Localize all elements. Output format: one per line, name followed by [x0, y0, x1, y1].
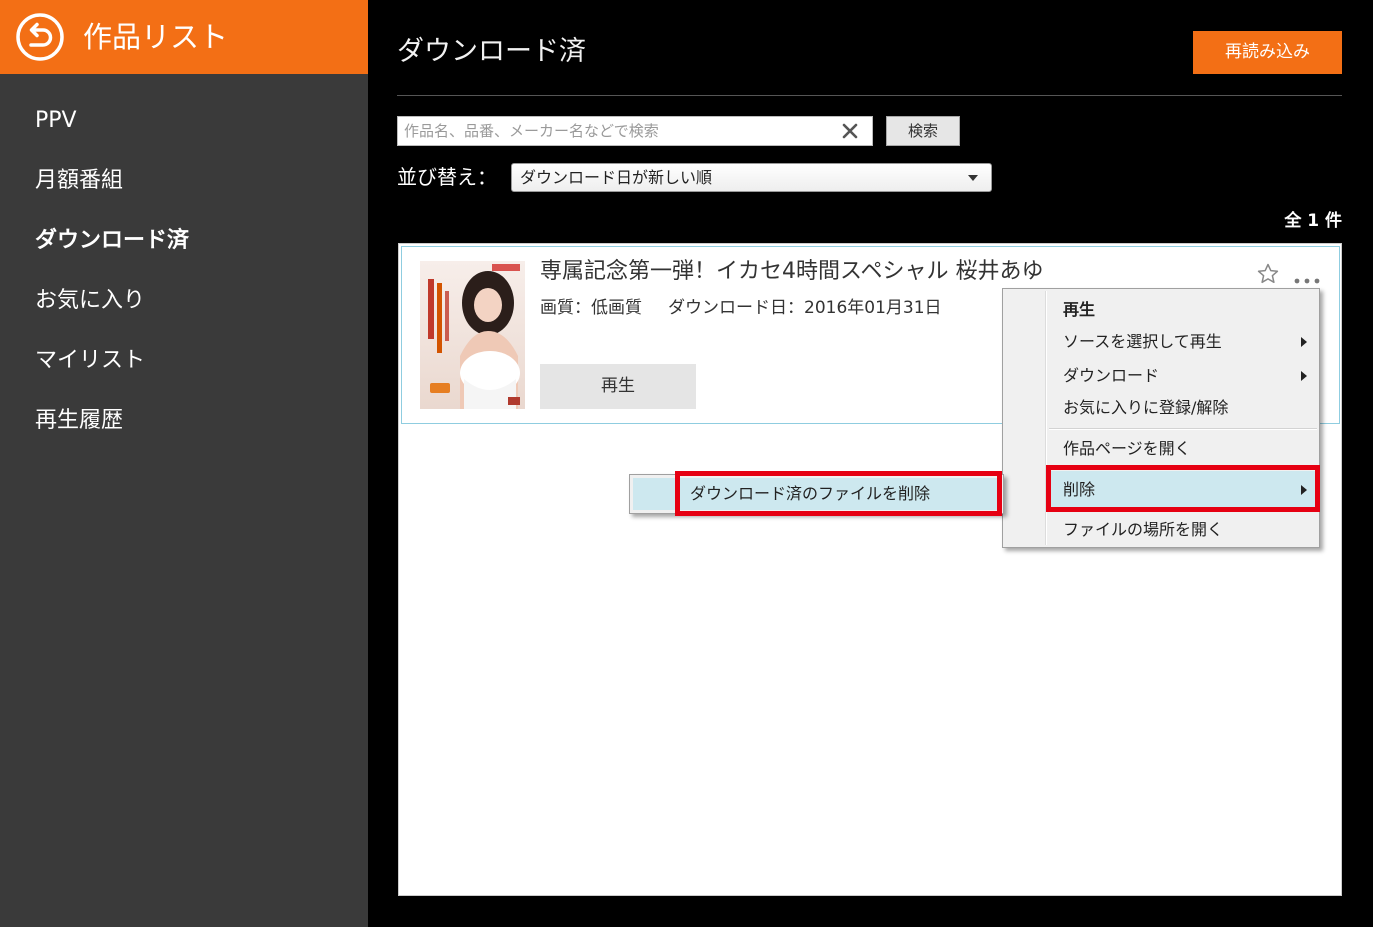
thumbnail-image[interactable] — [420, 261, 525, 409]
sort-dropdown[interactable]: ダウンロード日が新しい順 — [511, 163, 992, 192]
sidebar-item-label: PPV — [35, 108, 77, 133]
page-title: ダウンロード済 — [397, 36, 586, 67]
item-info: 画質：低画質 ダウンロード日：2016年01月31日 — [540, 296, 942, 320]
play-button[interactable]: 再生 — [540, 364, 696, 409]
submenu-arrow-icon — [1301, 485, 1307, 495]
menu-item-label: ソースを選択して再生 — [1063, 332, 1222, 351]
search-button[interactable]: 検索 — [886, 116, 960, 146]
menu-item-select-source-play[interactable]: ソースを選択して再生 — [1049, 327, 1317, 357]
triangle-down-icon — [968, 175, 978, 181]
sidebar-item-label: お気に入り — [35, 288, 146, 313]
sidebar: 作品リスト PPV 月額番組 ダウンロード済 お気に入り マイリスト 再生履歴 — [0, 0, 368, 927]
submenu-arrow-icon — [1301, 371, 1307, 381]
menu-item-toggle-favorite[interactable]: お気に入りに登録/解除 — [1049, 393, 1317, 423]
submenu-item-delete-downloaded-file[interactable]: ダウンロード済のファイルを削除 — [633, 478, 1000, 510]
delete-submenu: ダウンロード済のファイルを削除 — [629, 474, 1004, 514]
reload-button[interactable]: 再読み込み — [1193, 31, 1342, 74]
menu-item-open-file-location[interactable]: ファイルの場所を開く — [1049, 515, 1317, 545]
submenu-arrow-icon — [1301, 337, 1307, 347]
item-download-date: ダウンロード日：2016年01月31日 — [668, 298, 942, 318]
sidebar-item-ppv[interactable]: PPV — [0, 91, 368, 151]
more-dots-icon[interactable] — [1293, 270, 1321, 284]
sidebar-header-title: 作品リスト — [83, 20, 229, 54]
sidebar-item-label: 再生履歴 — [35, 408, 124, 433]
menu-item-label: お気に入りに登録/解除 — [1063, 398, 1229, 417]
header-divider — [397, 95, 1342, 96]
item-title[interactable]: 専属記念第一弾！イカセ4時間スペシャル 桜井あゆ — [540, 257, 1043, 287]
sort-label: 並び替え： — [397, 165, 497, 189]
menu-item-label: 削除 — [1063, 480, 1096, 499]
menu-item-play[interactable]: 再生 — [1049, 295, 1317, 325]
item-quality: 画質：低画質 — [540, 298, 642, 318]
close-icon[interactable] — [841, 122, 859, 140]
menu-item-label: ダウンロード — [1063, 366, 1160, 385]
sidebar-item-mylist[interactable]: マイリスト — [0, 331, 368, 391]
menu-separator — [1049, 467, 1317, 469]
menu-item-download[interactable]: ダウンロード — [1049, 361, 1317, 391]
menu-separator — [1049, 510, 1317, 512]
sidebar-item-label: 月額番組 — [35, 168, 124, 193]
context-menu: 再生 ソースを選択して再生 ダウンロード お気に入りに登録/解除 作品ページを開… — [1002, 288, 1320, 548]
menu-item-open-product-page[interactable]: 作品ページを開く — [1049, 434, 1317, 464]
sidebar-item-monthly[interactable]: 月額番組 — [0, 151, 368, 211]
back-arrow-circle-icon[interactable] — [15, 12, 65, 62]
sort-selected-value: ダウンロード日が新しい順 — [520, 168, 713, 187]
sidebar-item-downloaded[interactable]: ダウンロード済 — [0, 211, 368, 271]
star-outline-icon[interactable] — [1256, 262, 1280, 286]
menu-item-label: 再生 — [1063, 300, 1096, 319]
sidebar-item-label: マイリスト — [35, 348, 146, 373]
sidebar-item-label: ダウンロード済 — [35, 228, 190, 253]
sidebar-item-history[interactable]: 再生履歴 — [0, 391, 368, 451]
menu-gutter-divider — [1045, 291, 1047, 545]
menu-item-delete[interactable]: 削除 — [1049, 471, 1317, 509]
menu-item-label: ファイルの場所を開く — [1063, 520, 1224, 539]
result-count: 全 1 件 — [1284, 211, 1342, 231]
menu-item-label: 作品ページを開く — [1063, 439, 1191, 458]
back-to-list-header[interactable]: 作品リスト — [0, 0, 368, 74]
menu-item-label: ダウンロード済のファイルを削除 — [690, 484, 931, 503]
menu-separator — [1049, 428, 1317, 430]
sidebar-item-favorites[interactable]: お気に入り — [0, 271, 368, 331]
search-input[interactable] — [397, 116, 873, 146]
